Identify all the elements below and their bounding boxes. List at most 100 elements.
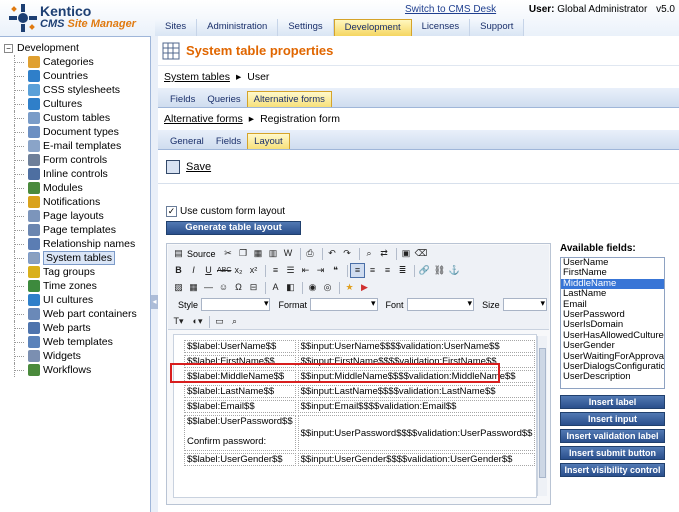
tree-item-css-stylesheets[interactable]: CSS stylesheets <box>0 83 150 97</box>
splitter[interactable] <box>151 36 158 512</box>
main-tab-settings[interactable]: Settings <box>278 19 334 36</box>
main-tab-licenses[interactable]: Licenses <box>411 19 471 36</box>
align-left-icon[interactable]: ≡ <box>350 263 365 278</box>
main-tab-sites[interactable]: Sites <box>155 19 198 36</box>
field-option-userdescription[interactable]: UserDescription <box>561 371 664 382</box>
font-select[interactable] <box>406 298 475 311</box>
breadcrumb-system-tables-link[interactable]: System tables <box>164 71 230 83</box>
insert-input-button[interactable]: Insert input <box>560 412 665 426</box>
source-button[interactable]: Source <box>187 249 216 259</box>
main-tab-administration[interactable]: Administration <box>197 19 279 36</box>
tree-item-modules[interactable]: Modules <box>0 181 150 195</box>
maximize-icon[interactable]: ▭ <box>213 315 226 328</box>
text-color-dropdown-icon[interactable]: T▾ <box>172 315 185 328</box>
youtube-icon[interactable]: ▶ <box>358 281 371 294</box>
select-all-icon[interactable]: ▣ <box>400 247 413 260</box>
input-cell[interactable]: $$input:FirstName$$$$validation:FirstNam… <box>297 355 536 368</box>
insert-media-icon[interactable]: ◉ <box>306 281 319 294</box>
undo-icon[interactable]: ↶ <box>326 247 339 260</box>
editor-design-area[interactable]: $$label:UserName$$ $$input:UserName$$$$va… <box>173 334 537 498</box>
tab-fields[interactable]: Fields <box>164 92 201 107</box>
input-cell[interactable]: $$input:LastName$$$$validation:LastName$… <box>297 385 536 398</box>
tree-item-e-mail-templates[interactable]: E-mail templates <box>0 139 150 153</box>
tree-item-system-tables[interactable]: System tables <box>0 251 150 265</box>
tree-item-cultures[interactable]: Cultures <box>0 97 150 111</box>
tree-item-tag-groups[interactable]: Tag groups <box>0 265 150 279</box>
insert-label-button[interactable]: Insert label <box>560 395 665 409</box>
text-color-icon[interactable]: A <box>269 281 282 294</box>
tree-item-notifications[interactable]: Notifications <box>0 195 150 209</box>
special-char-icon[interactable]: Ω <box>232 281 245 294</box>
align-center-icon[interactable]: ≡ <box>366 264 379 277</box>
insert-visibility-control-button[interactable]: Insert visibility control <box>560 463 665 477</box>
tab-fields[interactable]: Fields <box>210 134 247 149</box>
tab-alternative-forms[interactable]: Alternative forms <box>246 91 332 107</box>
remove-format-icon[interactable]: ⌫ <box>415 247 428 260</box>
field-option-usergender[interactable]: UserGender <box>561 340 664 351</box>
collapse-icon[interactable]: − <box>4 43 13 53</box>
tree-item-widgets[interactable]: Widgets <box>0 349 150 363</box>
input-cell[interactable]: $$input:MiddleName$$$$validation:MiddleN… <box>297 370 536 383</box>
italic-icon[interactable]: I <box>187 264 200 277</box>
horizontal-rule-icon[interactable]: ― <box>202 281 215 294</box>
input-cell[interactable]: $$input:UserName$$$$validation:UserName$… <box>297 340 536 353</box>
label-cell[interactable]: $$label:LastName$$ <box>184 385 296 398</box>
blockquote-icon[interactable]: ❝ <box>329 264 342 277</box>
bullet-list-icon[interactable]: ☰ <box>284 264 297 277</box>
label-cell[interactable]: $$label:Email$$ <box>184 400 296 413</box>
size-select[interactable] <box>502 298 547 311</box>
smiley-icon[interactable]: ☺ <box>217 281 230 294</box>
tree-item-custom-tables[interactable]: Custom tables <box>0 111 150 125</box>
tree-item-ui-cultures[interactable]: UI cultures <box>0 293 150 307</box>
label-cell[interactable]: $$label:FirstName$$ <box>184 355 296 368</box>
input-cell[interactable]: $$input:UserPassword$$$$validation:UserP… <box>297 415 536 451</box>
breadcrumb-alternative-forms-link[interactable]: Alternative forms <box>164 113 243 125</box>
style-select[interactable] <box>201 298 271 311</box>
tree-item-time-zones[interactable]: Time zones <box>0 279 150 293</box>
align-right-icon[interactable]: ≡ <box>381 264 394 277</box>
page-break-icon[interactable]: ⊟ <box>247 281 260 294</box>
tree-item-page-layouts[interactable]: Page layouts <box>0 209 150 223</box>
format-select[interactable] <box>310 298 378 311</box>
bg-color-icon[interactable]: ◧ <box>284 281 297 294</box>
replace-icon[interactable]: ⇄ <box>378 247 391 260</box>
label-cell[interactable]: $$label:UserPassword$$ Confirm password: <box>184 415 296 451</box>
switch-to-desk-link[interactable]: Switch to CMS Desk <box>405 4 496 15</box>
unlink-icon[interactable]: ⛓ <box>433 264 446 277</box>
insert-widget-icon[interactable]: ◎ <box>321 281 334 294</box>
tree-item-web-parts[interactable]: Web parts <box>0 321 150 335</box>
paste-text-icon[interactable]: ▥ <box>267 247 280 260</box>
tab-queries[interactable]: Queries <box>201 92 246 107</box>
insert-image-icon[interactable]: ▨ <box>172 281 185 294</box>
insert-submit-button-button[interactable]: Insert submit button <box>560 446 665 460</box>
source-icon[interactable]: ▤ <box>172 247 185 260</box>
superscript-icon[interactable]: x² <box>247 264 260 277</box>
editor-scrollbar[interactable] <box>537 336 547 496</box>
preview-icon[interactable]: ⌕ <box>228 315 241 328</box>
justify-icon[interactable]: ≣ <box>396 264 409 277</box>
underline-icon[interactable]: U <box>202 264 215 277</box>
outdent-icon[interactable]: ⇤ <box>299 264 312 277</box>
anchor-icon[interactable]: ⚓ <box>448 264 461 277</box>
tree-item-countries[interactable]: Countries <box>0 69 150 83</box>
input-cell[interactable]: $$input:UserGender$$$$validation:UserGen… <box>297 453 536 466</box>
bg-color-dropdown-icon[interactable]: ◐▾ <box>191 315 204 328</box>
main-tab-support[interactable]: Support <box>470 19 525 36</box>
insert-validation-label-button[interactable]: Insert validation label <box>560 429 665 443</box>
copy-icon[interactable]: ❐ <box>237 247 250 260</box>
save-button[interactable]: Save <box>186 161 211 173</box>
cut-icon[interactable]: ✂ <box>222 247 235 260</box>
collapse-panel-arrow-icon[interactable]: ◂ <box>151 295 158 309</box>
save-icon[interactable] <box>166 159 180 174</box>
insert-link-icon[interactable]: 🔗 <box>418 264 431 277</box>
field-option-lastname[interactable]: LastName <box>561 288 664 299</box>
print-icon[interactable]: ⎙ <box>304 247 317 260</box>
redo-icon[interactable]: ↷ <box>341 247 354 260</box>
tree-item-relationship-names[interactable]: Relationship names <box>0 237 150 251</box>
tree-root[interactable]: − Development <box>0 41 150 55</box>
input-cell[interactable]: $$input:Email$$$$validation:Email$$ <box>297 400 536 413</box>
tree-item-document-types[interactable]: Document types <box>0 125 150 139</box>
insert-table-icon[interactable]: ▦ <box>187 281 200 294</box>
label-cell[interactable]: $$label:UserGender$$ <box>184 453 296 466</box>
paste-word-icon[interactable]: W <box>282 247 295 260</box>
